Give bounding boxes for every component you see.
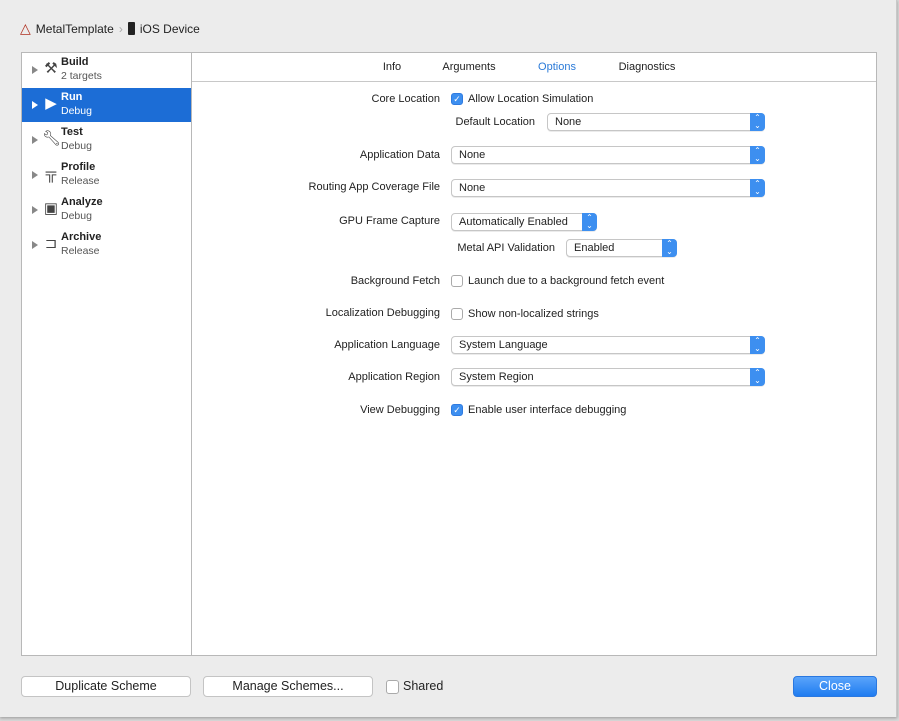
show-non-localized-checkbox[interactable]	[451, 308, 463, 320]
play-icon: ▶	[45, 95, 57, 112]
popup-value: None	[555, 116, 582, 128]
gpu-frame-capture-popup[interactable]: Automatically Enabled ⌃ ⌄	[451, 213, 597, 231]
scheme-panel: ⚒ Build 2 targets ▶ Run Debug 🔧︎ Test Debug ╦ P…	[21, 52, 877, 656]
application-language-popup[interactable]: System Language ⌃ ⌄	[451, 336, 765, 354]
core-location-label: Core Location	[371, 93, 441, 105]
sidebar-item-profile[interactable]: ╦ Profile Release	[22, 158, 191, 192]
disclosure-triangle-icon[interactable]	[32, 101, 38, 109]
tab-diagnostics[interactable]: Diagnostics	[619, 61, 676, 73]
archive-icon: ⊐	[44, 235, 58, 252]
scheme-editor-window: △ MetalTemplate › iOS Device ⚒ Build 2 tar…	[0, 0, 897, 717]
enable-ui-debugging-checkbox[interactable]: ✓	[451, 404, 463, 416]
application-language-label: Application Language	[334, 339, 440, 351]
disclosure-triangle-icon[interactable]	[32, 171, 38, 179]
tab-bar: Info Arguments Options Diagnostics	[192, 53, 876, 82]
up-down-chevron-icon: ⌃ ⌄	[662, 239, 677, 257]
show-non-localized-text: Show non-localized strings	[468, 308, 599, 320]
shared-checkbox[interactable]	[386, 680, 399, 694]
gpu-frame-capture-label: GPU Frame Capture	[339, 215, 440, 227]
instruments-icon: ╦	[45, 165, 57, 182]
close-button[interactable]: Close	[793, 676, 877, 697]
popup-value: System Language	[459, 339, 548, 351]
tab-info[interactable]: Info	[383, 61, 401, 73]
background-fetch-checkbox[interactable]	[451, 275, 463, 287]
metal-api-validation-label: Metal API Validation	[457, 242, 555, 254]
popup-value: Enabled	[574, 242, 615, 254]
allow-location-simulation-checkbox[interactable]: ✓	[451, 93, 463, 105]
hammer-icon: ⚒	[44, 60, 58, 77]
up-down-chevron-icon: ⌃ ⌄	[750, 368, 765, 386]
sidebar-item-subtitle: Debug	[61, 210, 92, 222]
sidebar-item-title: Test	[61, 126, 83, 138]
sidebar-item-subtitle: Debug	[61, 105, 92, 117]
breadcrumb: △ MetalTemplate › iOS Device	[20, 20, 200, 37]
popup-value: None	[459, 149, 486, 161]
allow-location-simulation-text: Allow Location Simulation	[468, 93, 594, 105]
up-down-chevron-icon: ⌃ ⌄	[582, 213, 597, 231]
sidebar-item-title: Profile	[61, 161, 96, 173]
up-down-chevron-icon: ⌃ ⌄	[750, 336, 765, 354]
wrench-icon: 🔧︎	[42, 130, 62, 147]
disclosure-triangle-icon[interactable]	[32, 206, 38, 214]
application-region-label: Application Region	[348, 371, 440, 383]
tab-options[interactable]: Options	[538, 61, 576, 73]
sidebar-item-title: Run	[61, 91, 83, 103]
popup-value: System Region	[459, 371, 534, 383]
sidebar-item-title: Analyze	[61, 196, 103, 208]
application-data-popup[interactable]: None ⌃ ⌄	[451, 146, 765, 164]
chevron-right-icon: ›	[118, 21, 123, 36]
sidebar-item-build[interactable]: ⚒ Build 2 targets	[22, 53, 191, 87]
popup-value: Automatically Enabled	[459, 216, 568, 228]
routing-file-popup[interactable]: None ⌃ ⌄	[451, 179, 765, 197]
view-debugging-label: View Debugging	[360, 404, 440, 416]
duplicate-scheme-button[interactable]: Duplicate Scheme	[21, 676, 191, 697]
default-location-label: Default Location	[455, 116, 536, 128]
background-fetch-label: Background Fetch	[350, 275, 440, 287]
xcode-project-icon: △	[20, 20, 31, 36]
localization-debugging-label: Localization Debugging	[325, 307, 440, 319]
sidebar-item-run[interactable]: ▶ Run Debug	[22, 88, 191, 122]
sidebar-item-subtitle: 2 targets	[61, 70, 102, 82]
application-data-label: Application Data	[359, 149, 440, 161]
metal-api-validation-popup[interactable]: Enabled ⌃ ⌄	[566, 239, 677, 257]
sidebar-item-subtitle: Release	[61, 175, 100, 187]
sidebar-item-test[interactable]: 🔧︎ Test Debug	[22, 123, 191, 157]
iphone-icon	[127, 22, 135, 35]
breadcrumb-device[interactable]: iOS Device	[140, 22, 200, 36]
sidebar-item-subtitle: Release	[61, 245, 100, 257]
disclosure-triangle-icon[interactable]	[32, 136, 38, 144]
manage-schemes-button[interactable]: Manage Schemes...	[203, 676, 373, 697]
disclosure-triangle-icon[interactable]	[32, 66, 38, 74]
application-region-popup[interactable]: System Region ⌃ ⌄	[451, 368, 765, 386]
sidebar-item-analyze[interactable]: ▣ Analyze Debug	[22, 193, 191, 227]
sidebar-item-archive[interactable]: ⊐ Archive Release	[22, 228, 191, 262]
sidebar-item-title: Build	[61, 56, 89, 68]
breadcrumb-project[interactable]: MetalTemplate	[36, 22, 114, 36]
default-location-popup[interactable]: None ⌃ ⌄	[547, 113, 765, 131]
shared-label: Shared	[403, 679, 444, 693]
enable-ui-debugging-text: Enable user interface debugging	[468, 404, 627, 416]
tab-arguments[interactable]: Arguments	[442, 61, 495, 73]
background-fetch-text: Launch due to a background fetch event	[468, 275, 665, 287]
up-down-chevron-icon: ⌃ ⌄	[750, 179, 765, 197]
up-down-chevron-icon: ⌃ ⌄	[750, 146, 765, 164]
disclosure-triangle-icon[interactable]	[32, 241, 38, 249]
sidebar-item-title: Archive	[61, 231, 102, 243]
up-down-chevron-icon: ⌃ ⌄	[750, 113, 765, 131]
scheme-actions-sidebar: ⚒ Build 2 targets ▶ Run Debug 🔧︎ Test Debug ╦ P…	[22, 53, 192, 655]
routing-file-label: Routing App Coverage File	[308, 181, 440, 193]
popup-value: None	[459, 182, 486, 194]
sidebar-item-subtitle: Debug	[61, 140, 92, 152]
analyze-icon: ▣	[43, 200, 59, 217]
